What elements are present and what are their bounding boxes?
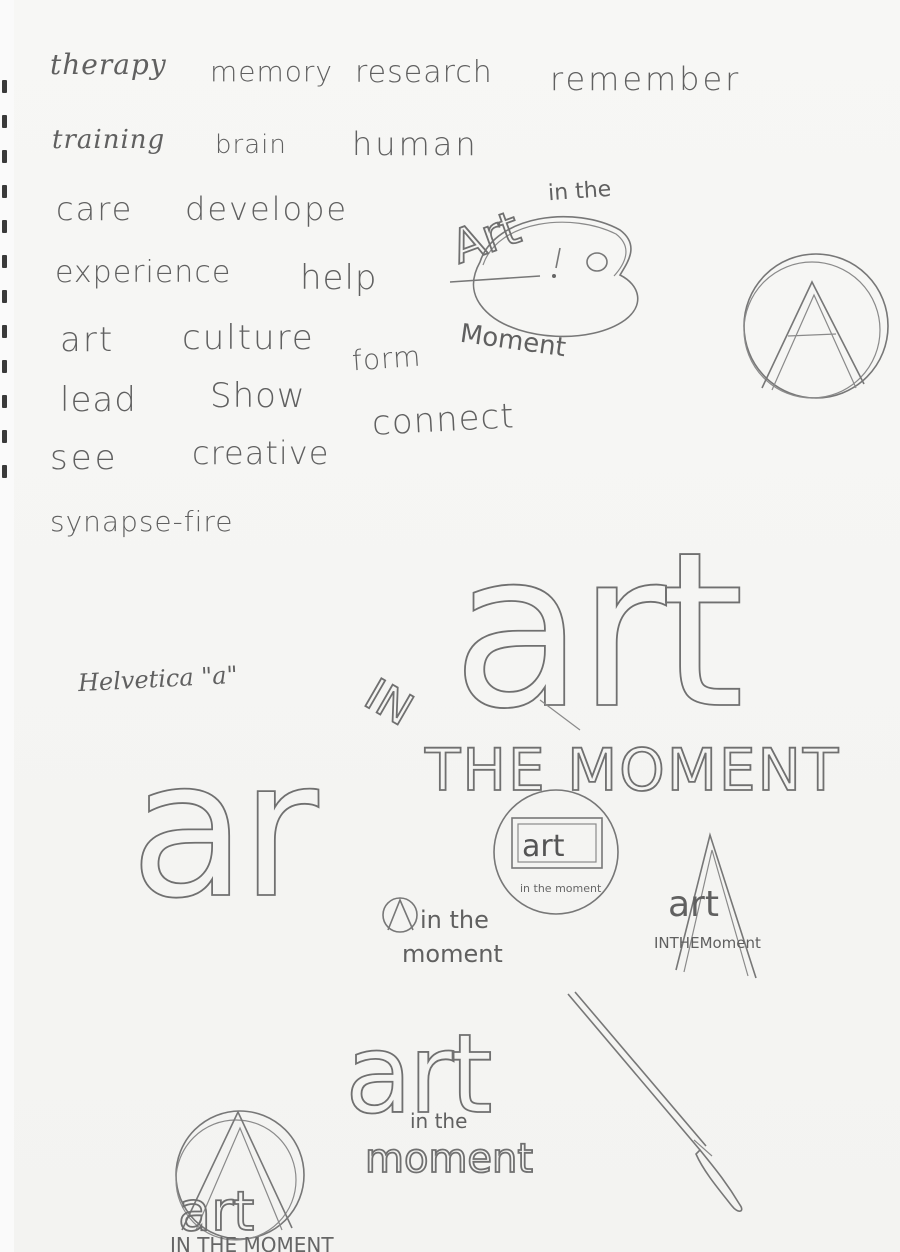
big-art-logo: art ar THE MOMENT IN — [129, 504, 840, 941]
compass-art-word: art — [668, 884, 719, 925]
bottom-caption: IN THE MOMENT — [170, 1233, 334, 1252]
logo-sketches: Art in the Moment art ar THE MOMENT IN a… — [129, 177, 889, 1252]
stacked-in-the: in the — [410, 1109, 467, 1133]
big-ar-text: ar — [130, 719, 319, 940]
stacked-moment: moment — [365, 1136, 533, 1182]
the-moment-text: THE MOMENT — [424, 736, 840, 804]
framed-art-word: art — [522, 829, 565, 864]
compass-caption: INTHEMoment — [654, 934, 761, 952]
in-small-text: IN — [356, 669, 421, 736]
palette-moment: Moment — [458, 319, 567, 364]
circle-a-in-the: in the — [420, 906, 489, 934]
paintbrush-drawing — [567, 991, 743, 1212]
framed-art-logo: art in the moment — [493, 789, 619, 915]
palette-in-the: in the — [547, 177, 612, 206]
circle-a-moment: moment — [402, 940, 503, 968]
circle-a-in-the-moment: in the moment — [382, 897, 503, 968]
sketchbook-page: therapy memory research remember trainin… — [0, 0, 900, 1252]
circle-a-emblem — [743, 253, 889, 399]
palette-logo: Art in the Moment — [443, 177, 639, 364]
stacked-art-logo: art in the moment — [344, 1009, 534, 1183]
big-art-text: art — [452, 505, 740, 756]
bottom-circle-art-logo: art IN THE MOMENT — [170, 1110, 334, 1252]
palette-title: Art — [444, 200, 527, 274]
framed-caption: in the moment — [520, 882, 602, 895]
compass-art-logo: art INTHEMoment — [654, 832, 761, 979]
